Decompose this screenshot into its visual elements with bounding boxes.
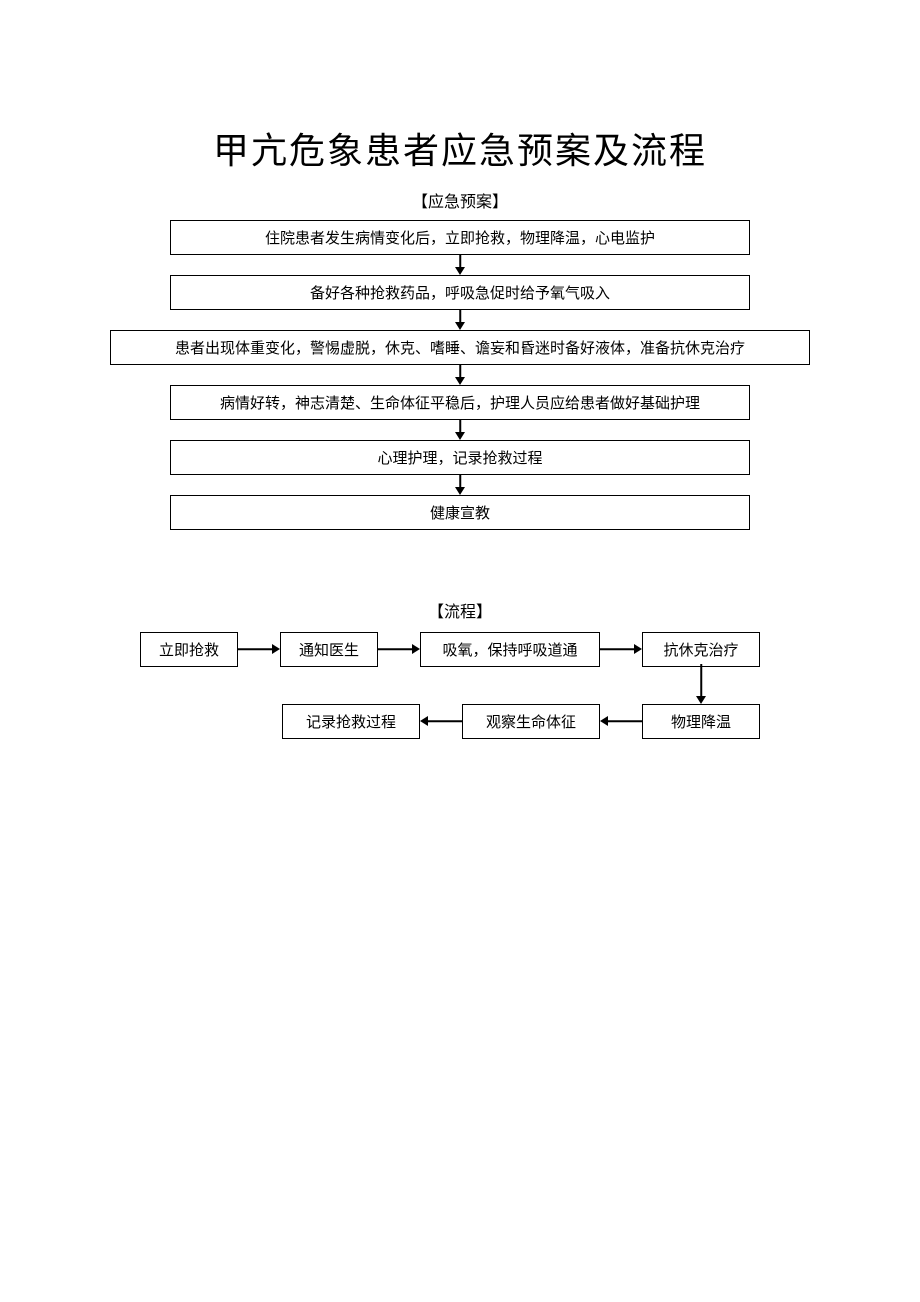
plan-flow: 住院患者发生病情变化后，立即抢救，物理降温，心电监护 备好各种抢救药品，呼吸急促… xyxy=(110,220,810,530)
flow-step-record: 记录抢救过程 xyxy=(282,704,420,739)
plan-step: 病情好转，神志清楚、生命体征平稳后，护理人员应给患者做好基础护理 xyxy=(170,385,750,420)
plan-step: 住院患者发生病情变化后，立即抢救，物理降温，心电监护 xyxy=(170,220,750,255)
process-flow: 立即抢救 通知医生 吸氧，保持呼吸道通 抗休克治疗 物理降温 观察生命体征 记录… xyxy=(140,632,780,792)
plan-step: 备好各种抢救药品，呼吸急促时给予氧气吸入 xyxy=(170,275,750,310)
arrow-left-icon xyxy=(420,720,462,722)
flow-step-cooling: 物理降温 xyxy=(642,704,760,739)
arrow-down-icon xyxy=(459,365,461,385)
flow-step-observe: 观察生命体征 xyxy=(462,704,600,739)
page-title: 甲亢危象患者应急预案及流程 xyxy=(0,0,920,174)
section-plan-label: 【应急预案】 xyxy=(0,188,920,212)
flow-step-rescue: 立即抢救 xyxy=(140,632,238,667)
flow-step-antishock: 抗休克治疗 xyxy=(642,632,760,667)
plan-step: 患者出现体重变化，警惕虚脱，休克、嗜睡、谵妄和昏迷时备好液体，准备抗休克治疗 xyxy=(110,330,810,365)
arrow-right-icon xyxy=(378,648,420,650)
arrow-right-icon xyxy=(600,648,642,650)
arrow-down-icon xyxy=(459,475,461,495)
arrow-left-icon xyxy=(600,720,642,722)
plan-step: 健康宣教 xyxy=(170,495,750,530)
arrow-down-icon xyxy=(459,420,461,440)
arrow-down-icon xyxy=(459,255,461,275)
arrow-right-icon xyxy=(238,648,280,650)
flow-step-oxygen: 吸氧，保持呼吸道通 xyxy=(420,632,600,667)
section-flow-label: 【流程】 xyxy=(0,598,920,622)
arrow-down-icon xyxy=(700,664,702,704)
flow-step-notify: 通知医生 xyxy=(280,632,378,667)
arrow-down-icon xyxy=(459,310,461,330)
plan-step: 心理护理，记录抢救过程 xyxy=(170,440,750,475)
